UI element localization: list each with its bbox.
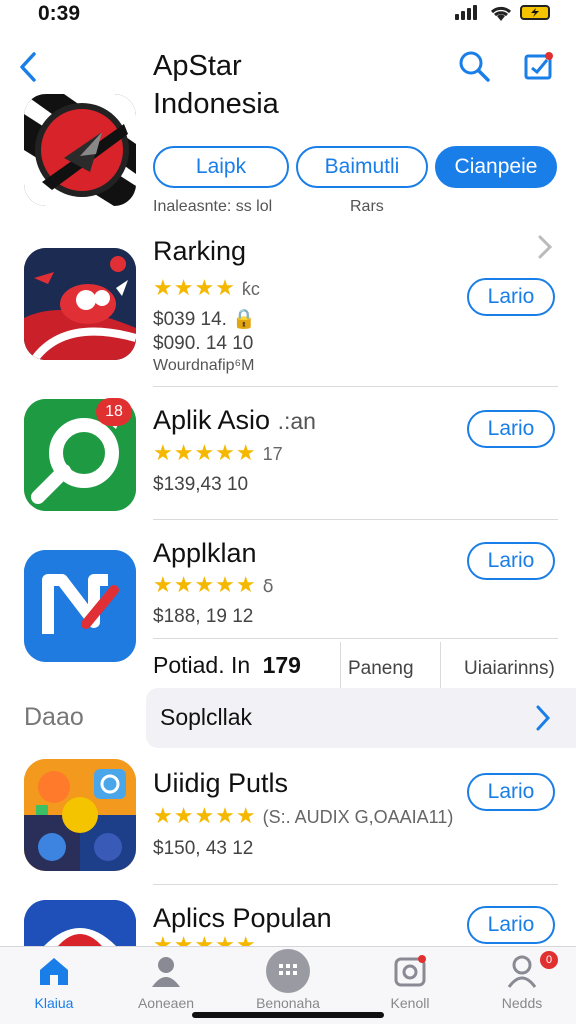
get-button[interactable]: Lario [467, 278, 555, 316]
app-icon-blue-n[interactable] [24, 550, 136, 662]
wifi-icon [490, 6, 512, 21]
section-link-row[interactable]: Soplcllak [146, 688, 576, 748]
tab-camera[interactable]: Kenoll [362, 947, 458, 1017]
app-title[interactable]: Applklan [153, 538, 257, 569]
divider [153, 638, 558, 639]
page-subtitle: Indonesia [153, 88, 279, 120]
battery-icon [520, 5, 550, 20]
tab-label: Klaiua [34, 995, 74, 1011]
divider [153, 519, 558, 520]
rating-stars: ★★★★★ 17 [153, 440, 283, 465]
divider [153, 386, 558, 387]
home-icon [40, 958, 68, 985]
featured-app-icon[interactable] [24, 94, 136, 206]
get-button[interactable]: Lario [467, 542, 555, 580]
get-button[interactable]: Lario [467, 773, 555, 811]
header-sub-right: Rars [350, 198, 384, 215]
back-chevron-icon[interactable] [14, 50, 44, 84]
search-icon[interactable] [456, 48, 492, 84]
tab-label: Kenoll [390, 995, 430, 1011]
app-icon-eagle[interactable] [24, 900, 136, 946]
section-label: Daao [24, 703, 84, 731]
divider [340, 642, 341, 688]
divider [153, 884, 558, 885]
rating-stars: ★★★★ ƙc [153, 275, 260, 300]
person-icon [152, 957, 180, 987]
status-bar: 0:39 [0, 0, 576, 36]
page-title: ApStar [153, 50, 242, 82]
section-link-label: Soplcllak [160, 704, 253, 730]
header-button-1[interactable]: Laipk [153, 146, 289, 188]
camera-icon [394, 955, 426, 987]
tab-label: Aoneaen [137, 995, 195, 1011]
app-price-secondary: $090. 14 10 [153, 333, 254, 354]
get-button[interactable]: Lario [467, 410, 555, 448]
tab-label: Nedds [501, 995, 543, 1011]
tab-home[interactable]: Klaiua [6, 947, 102, 1017]
tab-account[interactable]: 0 Nedds [474, 947, 570, 1017]
divider [440, 642, 441, 688]
header-button-2[interactable]: Baimutli [296, 146, 428, 188]
rating-stars: ★★★★★ ẟ [153, 572, 274, 597]
header-sub-left: Inaleasnte: ss lol [153, 198, 273, 215]
app-title[interactable]: Aplik Asio .:an [153, 405, 316, 436]
get-button[interactable]: Lario [467, 906, 555, 944]
tab-label: Benonaha [256, 995, 320, 1011]
app-title[interactable]: Rarking [153, 236, 246, 267]
tab-person[interactable]: Aoneaen [118, 947, 214, 1017]
info-middle: Paneng [348, 658, 414, 679]
grid-icon [266, 949, 310, 993]
app-price: $188, 19 12 [153, 606, 254, 627]
app-price: $139,43 10 [153, 474, 249, 495]
status-time: 0:39 [38, 2, 81, 25]
rating-stars: ★★★★★ (S:. AUDIX G,OAAIA11) [153, 803, 454, 828]
tab-badge: 0 [540, 951, 558, 969]
app-title[interactable]: Uiidig Putls [153, 768, 288, 799]
info-right: Uiaiarinns) [464, 658, 555, 679]
notification-badge: 18 [96, 398, 132, 426]
app-icon-red-bird[interactable] [24, 248, 136, 360]
app-developer: Wourdnafip⁶M [153, 357, 255, 374]
header-button-3[interactable]: Cianpeie [435, 146, 557, 188]
home-indicator [192, 1012, 384, 1018]
app-price: $039 14. 🔒 [153, 309, 256, 330]
tab-grid[interactable]: Benonaha [240, 947, 336, 1017]
chevron-right-icon [536, 705, 551, 731]
compose-icon[interactable] [520, 48, 556, 84]
app-title[interactable]: Aplics Populan [153, 903, 332, 934]
app-icon-game-bubbles[interactable] [24, 759, 136, 871]
info-label: Potiad. In 179 [153, 652, 301, 678]
rating-stars: ★★★★★ [153, 934, 257, 946]
app-price: $150, 43 12 [153, 838, 254, 859]
account-icon [507, 955, 537, 988]
chevron-right-icon[interactable] [536, 234, 554, 260]
